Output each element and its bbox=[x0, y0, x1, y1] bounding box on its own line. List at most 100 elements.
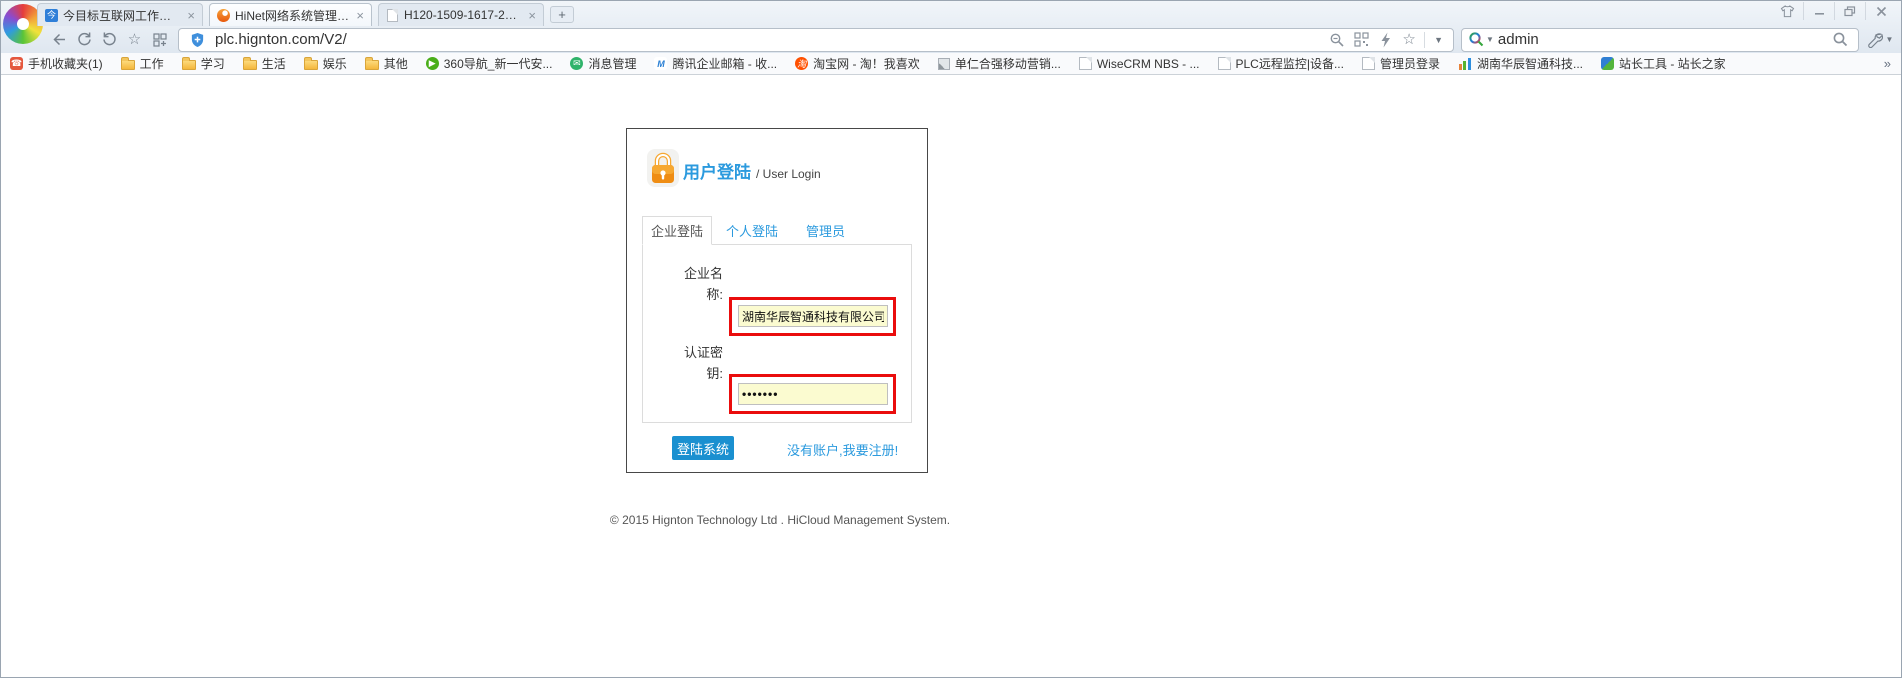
undo-history-icon[interactable] bbox=[97, 28, 122, 52]
address-bar[interactable]: ☆ ▼ bbox=[178, 28, 1454, 52]
tab-close-icon[interactable]: × bbox=[528, 9, 536, 22]
bookmark-star-icon[interactable]: ☆ bbox=[1397, 32, 1421, 47]
bookmark-item[interactable]: 湖南华辰智通科技... bbox=[1449, 53, 1592, 75]
favorites-star-icon[interactable]: ☆ bbox=[122, 28, 147, 52]
tab-hinet-active[interactable]: HiNet网络系统管理平台 × bbox=[209, 3, 372, 26]
bookmark-item[interactable]: 管理员登录 bbox=[1353, 53, 1449, 75]
company-name-input[interactable] bbox=[738, 305, 888, 327]
minimize-button[interactable] bbox=[1803, 2, 1834, 20]
login-title-en: / User Login bbox=[756, 167, 821, 181]
login-title-cn: 用户登陆 bbox=[683, 163, 751, 182]
search-input[interactable] bbox=[1498, 31, 1828, 48]
page-content: 用户登陆 / User Login 企业登陆 个人登陆 管理员 企业名称: 认证密… bbox=[1, 75, 1901, 678]
tab-page-icon bbox=[387, 9, 398, 22]
tab-label: HiNet网络系统管理平台 bbox=[235, 7, 351, 24]
login-box: 用户登陆 / User Login 企业登陆 个人登陆 管理员 企业名称: 认证密… bbox=[626, 128, 928, 473]
browser-chrome: 今 今目标互联网工作平台 × HiNet网络系统管理平台 × H120-1509… bbox=[1, 1, 1901, 53]
bookmark-item[interactable]: PLC远程监控|设备... bbox=[1209, 53, 1353, 75]
bookmark-icon: ▶ bbox=[426, 57, 439, 70]
refresh-icon[interactable] bbox=[72, 28, 97, 52]
tab-hinet-icon bbox=[217, 9, 230, 22]
login-title: 用户登陆 / User Login bbox=[683, 158, 821, 183]
bookmark-icon bbox=[1362, 57, 1375, 70]
bookmark-label: 管理员登录 bbox=[1380, 55, 1440, 72]
bookmark-item[interactable]: 其他 bbox=[356, 53, 417, 75]
flashget-lightning-icon[interactable] bbox=[1373, 32, 1397, 48]
window-controls bbox=[1772, 2, 1896, 20]
bookmark-label: 消息管理 bbox=[588, 55, 636, 72]
copyright-footer: © 2015 Hignton Technology Ltd . HiCloud … bbox=[1, 513, 1559, 527]
company-name-label: 企业名称: bbox=[675, 263, 723, 305]
tab-personal-login[interactable]: 个人登陆 bbox=[712, 216, 792, 245]
bookmark-label: 学习 bbox=[201, 55, 225, 72]
login-form-panel: 企业名称: 认证密钥: bbox=[642, 244, 912, 423]
bookmark-icon bbox=[121, 60, 135, 70]
bookmark-item[interactable]: 生活 bbox=[234, 53, 295, 75]
bookmark-icon bbox=[1458, 57, 1472, 70]
bookmark-item[interactable]: ▶ 360导航_新一代安... bbox=[417, 53, 562, 75]
back-icon[interactable] bbox=[47, 28, 72, 52]
bookmark-icon bbox=[182, 60, 196, 70]
bookmark-item[interactable]: WiseCRM NBS - ... bbox=[1070, 53, 1209, 75]
close-button[interactable] bbox=[1865, 2, 1896, 20]
bookmark-item[interactable]: 学习 bbox=[173, 53, 234, 75]
qr-code-icon[interactable] bbox=[1349, 32, 1373, 47]
bookmark-item[interactable]: M 腾讯企业邮箱 - 收... bbox=[645, 53, 786, 75]
bookmark-label: WiseCRM NBS - ... bbox=[1097, 57, 1200, 71]
tab-close-icon[interactable]: × bbox=[187, 9, 195, 22]
auth-key-label: 认证密钥: bbox=[675, 342, 723, 384]
tools-dropdown-icon[interactable]: ▼ bbox=[1886, 35, 1894, 44]
bookmark-label: 360导航_新一代安... bbox=[444, 55, 553, 72]
bookmark-label: 工作 bbox=[140, 55, 164, 72]
bookmark-item[interactable]: 工作 bbox=[112, 53, 173, 75]
search-go-icon[interactable] bbox=[1828, 31, 1852, 48]
bookmark-icon bbox=[1079, 57, 1092, 70]
bookmark-label: 娱乐 bbox=[323, 55, 347, 72]
address-dropdown-icon[interactable]: ▼ bbox=[1428, 35, 1449, 45]
zoom-magnifier-icon[interactable] bbox=[1325, 32, 1349, 48]
bookmark-icon bbox=[365, 60, 379, 70]
bookmark-item[interactable]: 淘 淘宝网 - 淘！我喜欢 bbox=[786, 53, 929, 75]
tab-admin-login[interactable]: 管理员 bbox=[792, 216, 859, 245]
register-link[interactable]: 没有账户,我要注册! bbox=[787, 440, 898, 459]
search-engine-icon[interactable]: ▼ bbox=[1468, 31, 1494, 48]
navigation-toolbar: ☆ ☆ ▼ bbox=[1, 26, 1901, 53]
site-shield-icon[interactable] bbox=[185, 32, 209, 48]
tab-close-icon[interactable]: × bbox=[356, 9, 364, 22]
restore-button[interactable] bbox=[1834, 2, 1865, 20]
tab-jinmubiao[interactable]: 今 今目标互联网工作平台 × bbox=[37, 3, 203, 26]
bookmark-label: 淘宝网 - 淘！我喜欢 bbox=[813, 55, 920, 72]
bookmark-item[interactable]: 娱乐 bbox=[295, 53, 356, 75]
bookmark-icon: 淘 bbox=[795, 57, 808, 70]
bookmark-label: 手机收藏夹(1) bbox=[28, 55, 103, 72]
bookmark-label: 湖南华辰智通科技... bbox=[1477, 55, 1583, 72]
tab-label: 今目标互联网工作平台 bbox=[63, 7, 182, 24]
bookmark-icon bbox=[304, 60, 318, 70]
browser-window: 今 今目标互联网工作平台 × HiNet网络系统管理平台 × H120-1509… bbox=[0, 0, 1902, 678]
new-tab-button[interactable]: + bbox=[550, 6, 574, 23]
lock-icon bbox=[646, 148, 680, 193]
bookmarks-bar: ☎ 手机收藏夹(1) 工作 学习 生活 娱乐 bbox=[1, 53, 1901, 75]
tools-wrench-icon[interactable]: ▼ bbox=[1859, 28, 1901, 52]
tab-h120[interactable]: H120-1509-1617-2932-77 × bbox=[378, 3, 544, 26]
bookmark-item[interactable]: 单仁合强移动营销... bbox=[929, 53, 1070, 75]
theme-shirt-icon[interactable] bbox=[1772, 2, 1803, 20]
login-tab-strip: 企业登陆 个人登陆 管理员 bbox=[642, 216, 859, 245]
tab-enterprise-login[interactable]: 企业登陆 bbox=[642, 216, 712, 245]
search-box[interactable]: ▼ bbox=[1461, 28, 1859, 52]
search-engine-dropdown-icon[interactable]: ▼ bbox=[1486, 35, 1494, 44]
bookmark-item[interactable]: 站长工具 - 站长之家 bbox=[1592, 53, 1735, 75]
bookmark-label: PLC远程监控|设备... bbox=[1236, 55, 1344, 72]
bookmark-label: 生活 bbox=[262, 55, 286, 72]
login-button[interactable]: 登陆系统 bbox=[672, 436, 734, 460]
bookmark-icon bbox=[243, 60, 257, 70]
bookmarks-overflow-chevron-icon[interactable]: » bbox=[1884, 56, 1891, 71]
bookmark-icon bbox=[938, 58, 950, 70]
bookmark-label: 单仁合强移动营销... bbox=[955, 55, 1061, 72]
bookmark-item[interactable]: ☎ 手机收藏夹(1) bbox=[1, 53, 112, 75]
auth-key-input[interactable] bbox=[738, 383, 888, 405]
url-input[interactable] bbox=[215, 31, 1325, 48]
apps-grid-icon[interactable] bbox=[147, 28, 172, 52]
bookmark-label: 其他 bbox=[384, 55, 408, 72]
bookmark-item[interactable]: ✉ 消息管理 bbox=[561, 53, 645, 75]
